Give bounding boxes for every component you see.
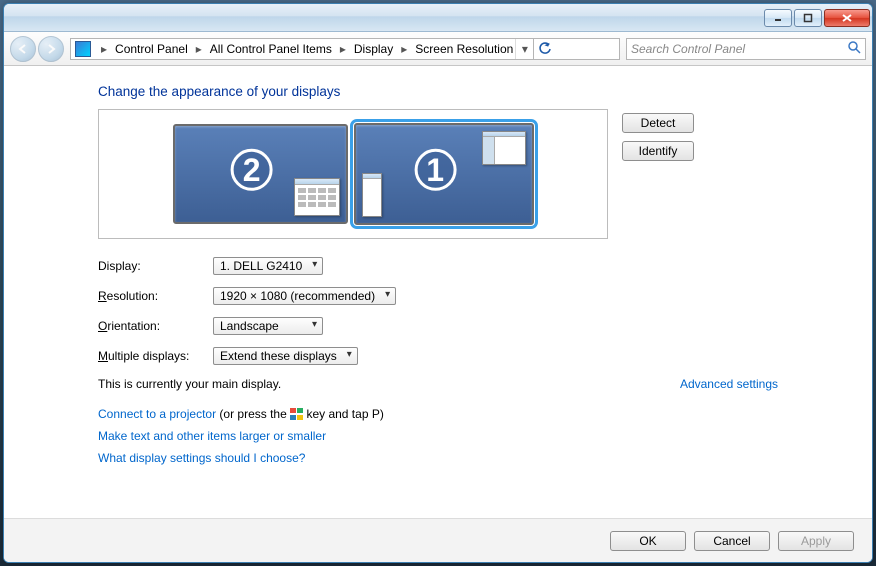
help-link[interactable]: What display settings should I choose? — [98, 451, 305, 465]
control-panel-icon — [75, 41, 91, 57]
titlebar — [4, 4, 872, 32]
forward-button[interactable] — [38, 36, 64, 62]
dialog-footer: OK Cancel Apply — [4, 518, 872, 562]
breadcrumb-item[interactable]: All Control Panel Items — [208, 42, 334, 56]
identify-button[interactable]: Identify — [622, 141, 694, 161]
chevron-right-icon: ▸ — [190, 42, 208, 56]
nav-bar: ▸ Control Panel ▸ All Control Panel Item… — [4, 32, 872, 66]
minimize-button[interactable] — [764, 9, 792, 27]
breadcrumb-item[interactable]: Control Panel — [113, 42, 190, 56]
cancel-button[interactable]: Cancel — [694, 531, 770, 551]
display-arrangement-preview[interactable]: 2 1 — [98, 109, 608, 239]
maximize-button[interactable] — [794, 9, 822, 27]
chevron-right-icon: ▸ — [395, 42, 413, 56]
search-input[interactable]: Search Control Panel — [626, 38, 866, 60]
resolution-select[interactable]: 1920 × 1080 (recommended) — [213, 287, 396, 305]
resolution-label: Resolution: — [98, 289, 213, 303]
breadcrumb-item[interactable]: Display — [352, 42, 395, 56]
monitor-2[interactable]: 2 — [173, 124, 348, 224]
advanced-settings-link[interactable]: Advanced settings — [680, 377, 778, 391]
orientation-label: Orientation: — [98, 319, 213, 333]
close-button[interactable] — [824, 9, 870, 27]
content-area: Change the appearance of your displays 2 — [4, 66, 872, 562]
display-label: Display: — [98, 259, 213, 273]
search-icon — [847, 40, 861, 57]
apply-button[interactable]: Apply — [778, 531, 854, 551]
chevron-right-icon: ▸ — [334, 42, 352, 56]
breadcrumb[interactable]: ▸ Control Panel ▸ All Control Panel Item… — [70, 38, 620, 60]
monitor-number: 2 — [231, 149, 273, 191]
multiple-displays-select[interactable]: Extend these displays — [213, 347, 358, 365]
detect-button[interactable]: Detect — [622, 113, 694, 133]
ok-button[interactable]: OK — [610, 531, 686, 551]
back-button[interactable] — [10, 36, 36, 62]
connect-projector-link[interactable]: Connect to a projector — [98, 407, 216, 421]
monitor-1[interactable]: 1 — [354, 123, 534, 225]
breadcrumb-item[interactable]: Screen Resolution — [413, 42, 515, 56]
refresh-button[interactable] — [533, 38, 555, 60]
orientation-select[interactable]: Landscape — [213, 317, 323, 335]
breadcrumb-dropdown[interactable]: ▾ — [515, 39, 533, 59]
monitor-number: 1 — [414, 149, 456, 191]
text-size-link[interactable]: Make text and other items larger or smal… — [98, 429, 326, 443]
chevron-right-icon: ▸ — [95, 42, 113, 56]
multiple-displays-label: Multiple displays: — [98, 349, 213, 363]
page-title: Change the appearance of your displays — [98, 84, 778, 99]
windows-key-icon — [290, 408, 303, 420]
search-placeholder: Search Control Panel — [631, 42, 745, 56]
display-select[interactable]: 1. DELL G2410 — [213, 257, 323, 275]
screen-resolution-window: ▸ Control Panel ▸ All Control Panel Item… — [3, 3, 873, 563]
main-display-status: This is currently your main display. — [98, 377, 281, 391]
